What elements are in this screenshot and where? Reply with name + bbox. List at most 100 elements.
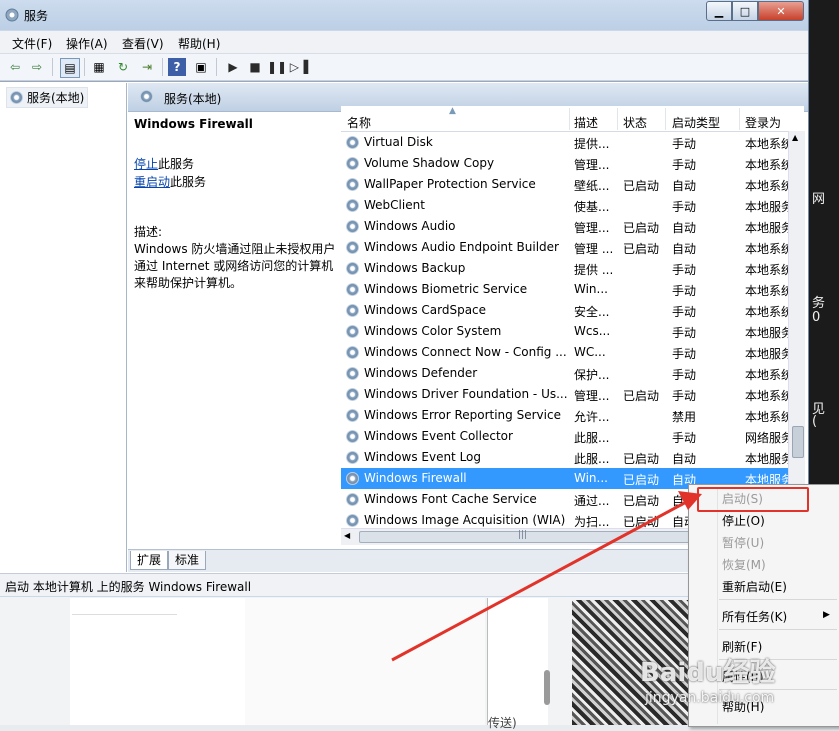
service-desc: 保护... [574, 368, 610, 382]
service-desc: 壁纸... [574, 179, 610, 193]
service-name: Windows Connect Now - Config ... [364, 345, 567, 359]
service-status: 已启动 [623, 494, 660, 508]
column-divider[interactable] [617, 108, 618, 130]
show-hide-tree-icon[interactable]: ▤ [60, 58, 80, 78]
service-desc: 管理... [574, 221, 610, 235]
pause-icon[interactable]: ❚❚ [267, 58, 287, 76]
service-gear-icon [346, 157, 359, 170]
restart-icon[interactable]: ▷▐ [290, 58, 308, 76]
title-bar[interactable]: 服务 ▁ □ ✕ [0, 0, 808, 30]
service-gear-icon [346, 199, 359, 212]
menu-action[interactable]: 操作(A) [66, 35, 108, 52]
menu-item-stop[interactable]: 停止(O) [722, 512, 765, 529]
service-logon: 本地服务 [745, 347, 788, 361]
service-desc: 提供... [574, 137, 610, 151]
service-startup-type: 手动 [672, 368, 697, 382]
export-list-icon[interactable]: ⇥ [138, 58, 156, 76]
service-status: 已启动 [623, 179, 660, 193]
table-row[interactable]: Windows Biometric Service Win... 手动 本地系统 [341, 279, 788, 300]
refresh-icon[interactable]: ↻ [114, 58, 132, 76]
baidu-watermark: Baidu经验 [640, 658, 776, 688]
service-logon: 本地服务 [745, 221, 788, 235]
column-divider[interactable] [665, 108, 666, 130]
service-logon: 本地系统 [745, 179, 788, 193]
back-arrow-icon[interactable]: ⇦ [6, 58, 24, 76]
stop-icon[interactable]: ■ [246, 58, 264, 76]
column-header-startup[interactable]: 启动类型 [672, 114, 720, 131]
stop-service-link[interactable]: 停止 [134, 157, 158, 171]
menu-view[interactable]: 查看(V) [122, 35, 164, 52]
column-divider[interactable] [569, 108, 570, 130]
service-name: Windows Audio [364, 219, 456, 233]
minimize-button[interactable]: ▁ [706, 1, 732, 21]
description-label: 描述: [134, 225, 163, 239]
table-row[interactable]: Windows Driver Foundation - Us... 管理... 已启… [341, 384, 788, 405]
column-divider[interactable] [739, 108, 740, 130]
tree-item-label: 服务(本地) [27, 91, 85, 105]
service-status: 已启动 [623, 473, 660, 487]
close-button[interactable]: ✕ [758, 1, 804, 21]
menu-file[interactable]: 文件(F) [12, 35, 52, 52]
table-row[interactable]: Volume Shadow Copy 管理... 手动 本地系统 [341, 153, 788, 174]
table-row[interactable]: Windows Defender 保护... 手动 本地系统 [341, 363, 788, 384]
scroll-left-icon[interactable]: ◀ [344, 531, 350, 540]
restart-service-link[interactable]: 重启动 [134, 175, 170, 189]
table-row[interactable]: Windows Connect Now - Config ... WC... 手动 本… [341, 342, 788, 363]
forward-arrow-icon[interactable]: ⇨ [28, 58, 46, 76]
column-header-name[interactable]: 名称 [347, 114, 371, 131]
service-gear-icon [346, 367, 359, 380]
properties-icon[interactable]: ▦ [90, 58, 108, 76]
play-icon[interactable]: ▶ [224, 58, 242, 76]
service-startup-type: 手动 [672, 158, 697, 172]
service-startup-type: 手动 [672, 137, 697, 151]
service-logon: 本地服务 [745, 452, 788, 466]
status-text: 启动 本地计算机 上的服务 Windows Firewall [5, 580, 252, 594]
table-row[interactable]: WebClient 使基... 手动 本地服务 [341, 195, 788, 216]
service-gear-icon [346, 451, 359, 464]
table-row[interactable]: Windows Audio 管理... 已启动 自动 本地服务 [341, 216, 788, 237]
restart-service-line: 重启动此服务 [134, 173, 206, 190]
table-row[interactable]: Windows Event Log 此服... 已启动 自动 本地服务 [341, 447, 788, 468]
service-startup-type: 手动 [672, 347, 697, 361]
service-desc: 管理 ... [574, 242, 614, 256]
scrollbar-thumb[interactable] [792, 426, 804, 458]
service-name: Virtual Disk [364, 135, 433, 149]
column-header-status[interactable]: 状态 [623, 114, 647, 131]
table-row[interactable]: Windows CardSpace 安全... 手动 本地系统 [341, 300, 788, 321]
scrollbar-thumb[interactable]: ||| [359, 530, 691, 543]
service-startup-type: 手动 [672, 431, 697, 445]
table-row[interactable]: WallPaper Protection Service 壁纸... 已启动 自动 本地… [341, 174, 788, 195]
background-char: 0 [812, 310, 821, 325]
scroll-up-icon[interactable]: ▲ [792, 133, 798, 142]
table-row[interactable]: Windows Event Collector 此服... 手动 网络服务 [341, 426, 788, 447]
services-list: ▲ 名称 描述 状态 启动类型 登录为 Virtual Disk 提供... 手动本… [341, 106, 805, 546]
menu-item-all-tasks[interactable]: 所有任务(K) [722, 608, 787, 625]
tree-item-services-local[interactable]: 服务(本地) [6, 87, 89, 108]
table-row[interactable]: Virtual Disk 提供... 手动 本地系统 [341, 132, 788, 153]
menu-item-resume[interactable]: 恢复(M) [722, 556, 766, 573]
table-row[interactable]: Windows Backup 提供 ... 手动 本地系统 [341, 258, 788, 279]
background-scrollbar [544, 670, 550, 705]
view-icon[interactable]: ▣ [192, 58, 210, 76]
menu-item-restart[interactable]: 重新启动(E) [722, 578, 787, 595]
service-gear-icon [346, 325, 359, 338]
column-header-logon[interactable]: 登录为 [745, 114, 781, 131]
menu-separator [719, 629, 837, 630]
background-char: 务 [812, 296, 826, 311]
maximize-button[interactable]: □ [732, 1, 758, 21]
help-icon[interactable]: ? [168, 58, 186, 76]
table-row[interactable]: Windows Audio Endpoint Builder 管理 ... 已启动自… [341, 237, 788, 258]
service-logon: 本地系统 [745, 389, 788, 403]
menu-help[interactable]: 帮助(H) [178, 35, 220, 52]
tab-standard[interactable]: 标准 [168, 551, 207, 570]
service-startup-type: 手动 [672, 326, 697, 340]
service-startup-type: 自动 [672, 221, 697, 235]
submenu-arrow-icon: ▶ [823, 610, 830, 620]
service-gear-icon [346, 241, 359, 254]
column-header-desc[interactable]: 描述 [574, 114, 598, 131]
menu-item-pause[interactable]: 暂停(U) [722, 534, 764, 551]
table-row[interactable]: Windows Error Reporting Service 允许... 禁用 本地… [341, 405, 788, 426]
service-desc: 允许... [574, 410, 610, 424]
table-row[interactable]: Windows Color System Wcs... 手动 本地服务 [341, 321, 788, 342]
tab-extended[interactable]: 扩展 [130, 551, 169, 570]
